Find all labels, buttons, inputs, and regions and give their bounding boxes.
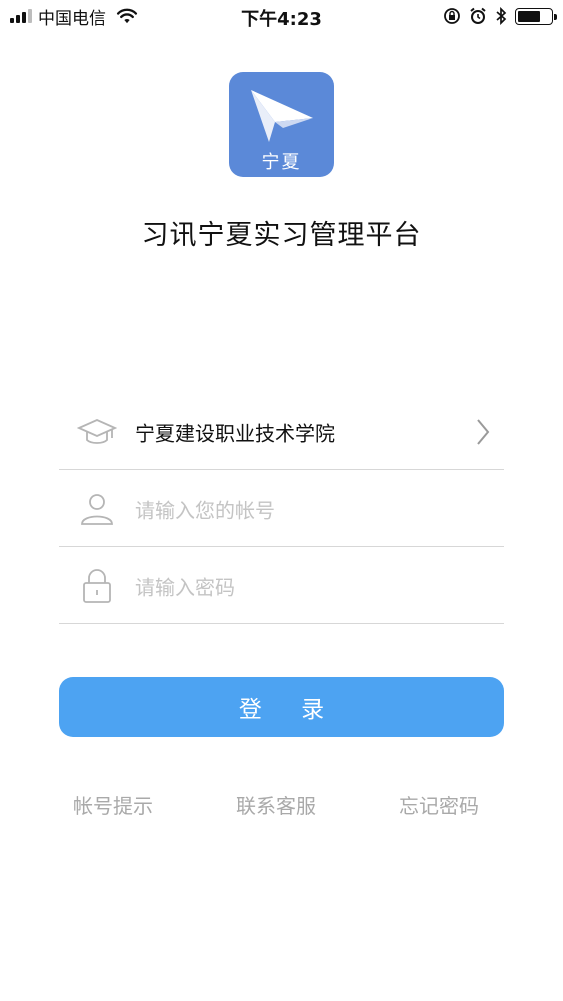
bluetooth-icon	[496, 7, 507, 25]
app-title: 习讯宁夏实习管理平台	[141, 220, 422, 251]
lock-icon	[83, 568, 111, 603]
status-right	[443, 6, 557, 26]
contact-service-link[interactable]: 联系客服	[236, 790, 316, 819]
account-hint-link[interactable]: 帐号提示	[73, 790, 153, 819]
login-button[interactable]: 登 录	[59, 677, 504, 737]
bottom-links: 帐号提示 联系客服 忘记密码	[0, 790, 563, 820]
account-placeholder: 请输入您的帐号	[135, 498, 275, 522]
paper-plane-icon	[251, 90, 313, 142]
user-icon	[81, 493, 113, 525]
password-input[interactable]: 请输入密码	[59, 548, 504, 624]
school-name: 宁夏建设职业技术学院	[135, 421, 335, 445]
forgot-password-link[interactable]: 忘记密码	[399, 790, 479, 819]
battery-icon	[515, 7, 557, 25]
app-logo: 宁夏	[229, 72, 334, 177]
account-input[interactable]: 请输入您的帐号	[59, 471, 504, 547]
rotation-lock-icon	[444, 8, 460, 24]
password-placeholder: 请输入密码	[135, 575, 235, 599]
logo-text: 宁夏	[261, 152, 302, 173]
graduation-cap-icon	[77, 418, 117, 444]
chevron-right-icon	[477, 418, 490, 445]
status-bar: 中国电信 下午4:23	[0, 0, 563, 32]
school-selector[interactable]: 宁夏建设职业技术学院	[59, 394, 504, 470]
alarm-icon	[470, 7, 486, 24]
